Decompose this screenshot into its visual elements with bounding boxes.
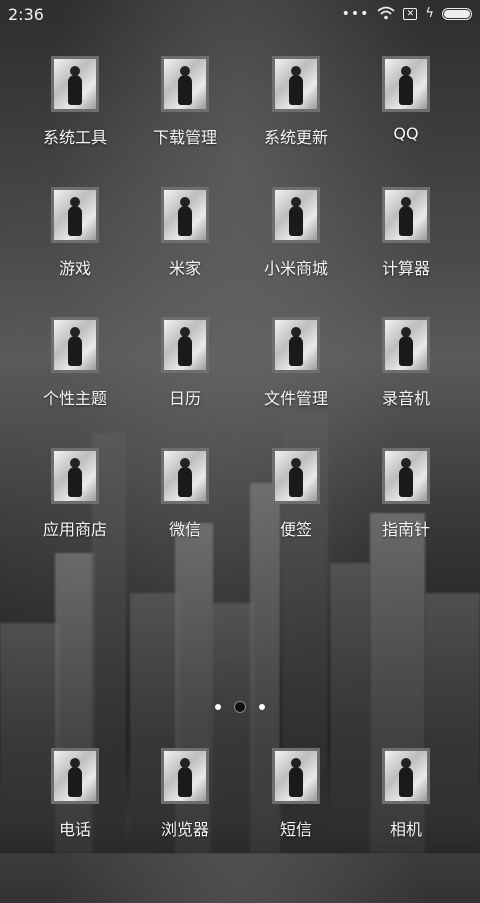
- app-r3c2[interactable]: 便签: [241, 448, 351, 540]
- no-sim-icon: ✕: [403, 8, 418, 20]
- app-label: 电话: [58, 820, 91, 839]
- app-photo-icon[interactable]: [51, 56, 99, 112]
- app-label: QQ: [393, 124, 419, 143]
- app-label: 计算器: [381, 259, 430, 278]
- app-r0c3[interactable]: QQ: [351, 56, 461, 143]
- app-r0c1[interactable]: 下载管理: [130, 56, 240, 148]
- app-photo-icon[interactable]: [161, 187, 209, 243]
- app-label: 下载管理: [152, 128, 217, 147]
- app-label: 短信: [279, 820, 312, 839]
- app-photo-icon[interactable]: [382, 187, 430, 243]
- app-dock-1[interactable]: 浏览器: [130, 748, 240, 840]
- status-time: 2:36: [8, 5, 44, 24]
- app-label: 便签: [279, 520, 312, 539]
- app-photo-icon[interactable]: [272, 56, 320, 112]
- app-r2c1[interactable]: 日历: [130, 317, 240, 409]
- app-r1c3[interactable]: 计算器: [351, 187, 461, 279]
- app-photo-icon[interactable]: [51, 317, 99, 373]
- app-photo-icon[interactable]: [161, 748, 209, 804]
- page-indicator[interactable]: [0, 700, 480, 714]
- app-photo-icon[interactable]: [161, 56, 209, 112]
- app-label: 游戏: [58, 259, 91, 278]
- more-dots-icon: •••: [341, 6, 370, 22]
- app-label: 米家: [168, 259, 201, 278]
- app-photo-icon[interactable]: [272, 317, 320, 373]
- app-r0c0[interactable]: 系统工具: [20, 56, 130, 148]
- app-photo-icon[interactable]: [272, 448, 320, 504]
- app-photo-icon[interactable]: [51, 448, 99, 504]
- app-r2c2[interactable]: 文件管理: [241, 317, 351, 409]
- app-r3c1[interactable]: 微信: [130, 448, 240, 540]
- app-photo-icon[interactable]: [51, 187, 99, 243]
- app-photo-icon[interactable]: [161, 317, 209, 373]
- app-label: 指南针: [381, 520, 430, 539]
- app-dock-0[interactable]: 电话: [20, 748, 130, 840]
- page-dot-active[interactable]: [234, 701, 246, 713]
- app-label: 录音机: [381, 389, 430, 408]
- page-dot[interactable]: [215, 704, 221, 710]
- app-photo-icon[interactable]: [272, 748, 320, 804]
- app-r0c2[interactable]: 系统更新: [241, 56, 351, 148]
- app-label: 日历: [168, 389, 201, 408]
- app-r2c0[interactable]: 个性主题: [20, 317, 130, 409]
- app-photo-icon[interactable]: [382, 448, 430, 504]
- charging-bolt-icon: ϟ: [425, 6, 434, 21]
- app-label: 系统工具: [42, 128, 107, 147]
- app-r1c1[interactable]: 米家: [130, 187, 240, 279]
- app-photo-icon[interactable]: [272, 187, 320, 243]
- app-label: 文件管理: [263, 389, 328, 408]
- status-bar: 2:36 ••• ✕ ϟ: [0, 0, 480, 28]
- page-dot[interactable]: [259, 704, 265, 710]
- app-label: 个性主题: [42, 389, 107, 408]
- app-label: 微信: [168, 520, 201, 539]
- app-photo-icon[interactable]: [51, 748, 99, 804]
- app-photo-icon[interactable]: [382, 317, 430, 373]
- app-r1c2[interactable]: 小米商城: [241, 187, 351, 279]
- app-photo-icon[interactable]: [161, 448, 209, 504]
- app-label: 浏览器: [160, 820, 209, 839]
- app-r1c0[interactable]: 游戏: [20, 187, 130, 279]
- app-label: 相机: [389, 820, 422, 839]
- app-photo-icon[interactable]: [382, 748, 430, 804]
- app-dock-3[interactable]: 相机: [351, 748, 461, 840]
- battery-icon: [442, 8, 472, 20]
- wifi-icon: [377, 5, 396, 24]
- app-photo-icon[interactable]: [382, 56, 430, 112]
- app-r3c0[interactable]: 应用商店: [20, 448, 130, 540]
- app-label: 系统更新: [263, 128, 328, 147]
- app-label: 小米商城: [263, 259, 328, 278]
- app-r2c3[interactable]: 录音机: [351, 317, 461, 409]
- app-dock-2[interactable]: 短信: [241, 748, 351, 840]
- app-r3c3[interactable]: 指南针: [351, 448, 461, 540]
- app-label: 应用商店: [42, 520, 107, 539]
